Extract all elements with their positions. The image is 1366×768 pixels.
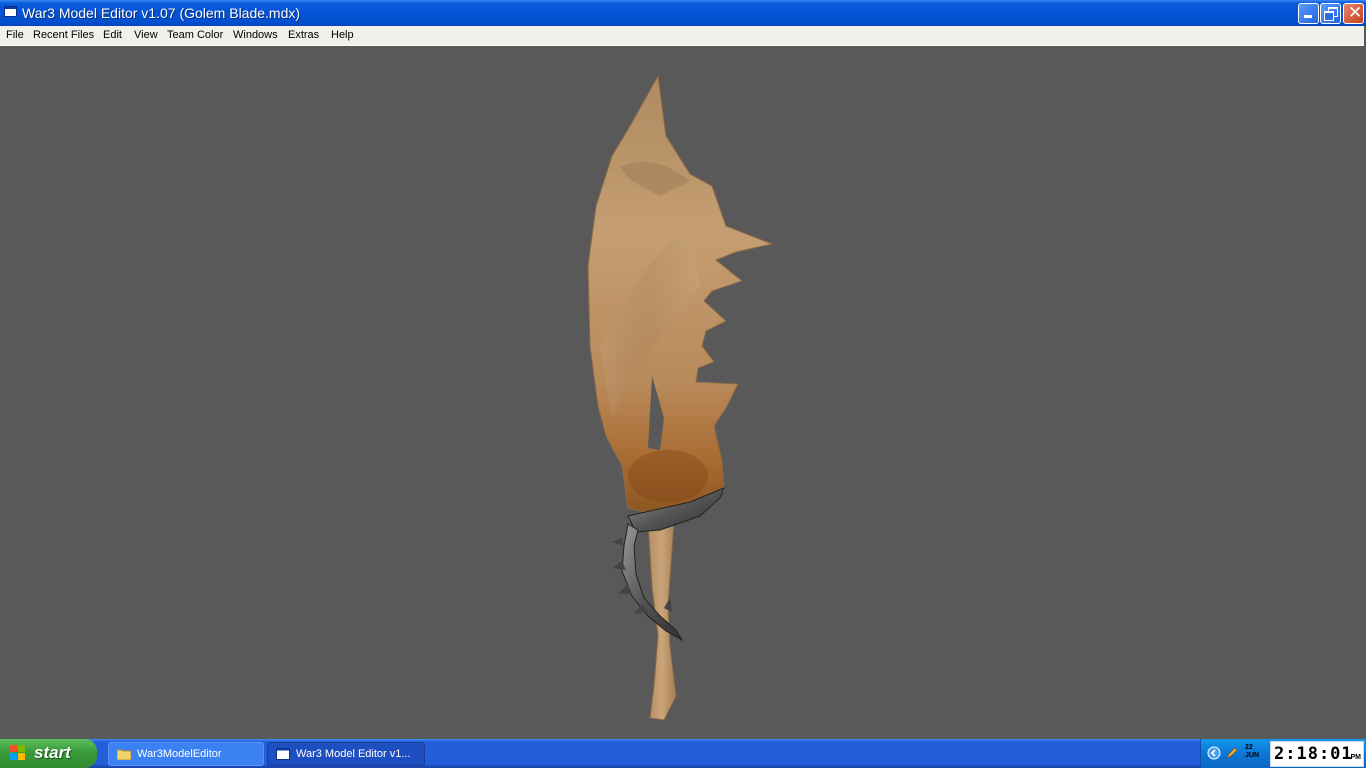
menu-view[interactable]: View — [134, 28, 158, 42]
folder-icon — [117, 749, 131, 760]
taskbar-item-label: War3 Model Editor v1... — [296, 748, 411, 760]
taskbar-item-editor[interactable]: War3 Model Editor v1... — [267, 742, 425, 766]
taskbar-item-label: War3ModelEditor — [137, 748, 222, 760]
start-label: start — [34, 743, 71, 762]
close-button[interactable]: ✕ — [1343, 3, 1364, 24]
menu-windows[interactable]: Windows — [233, 28, 278, 42]
menu-bar: File Recent Files Edit View Team Color W… — [0, 26, 1364, 46]
window-title: War3 Model Editor v1.07 (Golem Blade.mdx… — [22, 5, 301, 21]
close-icon: ✕ — [1348, 3, 1363, 23]
tray-date: 22 JUN — [1245, 744, 1260, 759]
menu-file[interactable]: File — [6, 28, 24, 42]
clock[interactable]: 2:18:01 PM — [1270, 741, 1364, 767]
menu-help[interactable]: Help — [331, 28, 354, 42]
pencil-icon[interactable] — [1225, 746, 1239, 760]
title-bar[interactable]: War3 Model Editor v1.07 (Golem Blade.mdx… — [0, 0, 1366, 26]
golem-blade-model — [587, 74, 774, 721]
menu-recent-files[interactable]: Recent Files — [33, 28, 94, 42]
minimize-button[interactable] — [1298, 3, 1319, 24]
model-viewport[interactable] — [0, 46, 1366, 739]
menu-edit[interactable]: Edit — [103, 28, 122, 42]
menu-team-color[interactable]: Team Color — [167, 28, 223, 42]
app-window-icon[interactable] — [4, 6, 17, 17]
tray-expand-icon[interactable] — [1207, 746, 1221, 760]
restore-button[interactable] — [1320, 3, 1341, 24]
taskbar-item-folder[interactable]: War3ModelEditor — [108, 742, 264, 766]
windows-logo-icon — [10, 745, 26, 761]
window-icon — [276, 748, 290, 760]
clock-ampm: PM — [1350, 754, 1362, 761]
start-button[interactable]: start — [0, 739, 97, 768]
minimize-icon — [1304, 15, 1312, 18]
taskbar: start War3ModelEditor War3 Model Editor … — [0, 739, 1366, 768]
clock-time: 2:18:01 — [1274, 744, 1353, 764]
menu-extras[interactable]: Extras — [288, 28, 319, 42]
